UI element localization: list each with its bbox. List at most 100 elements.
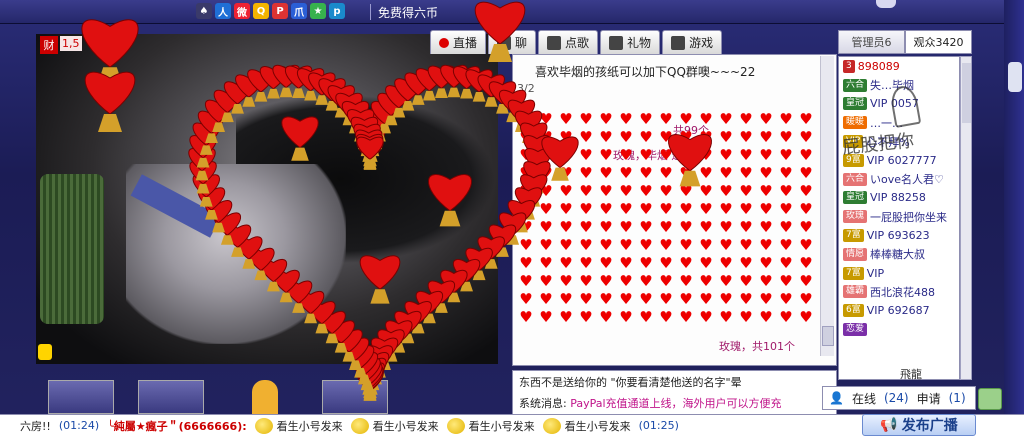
rose-heart-icon: ♥ <box>759 290 773 308</box>
viewer-thumbnail[interactable] <box>138 380 204 414</box>
rose-heart-icon: ♥ <box>539 200 553 218</box>
tab-game[interactable]: 游戏 <box>662 30 723 54</box>
user-name: VIP 692687 <box>866 304 930 318</box>
rose-heart-icon: ♥ <box>519 218 533 236</box>
tab-chat[interactable]: 聊 <box>488 30 537 54</box>
rose-heart-icon: ♥ <box>599 128 613 146</box>
chat-message: 东西不是送给你的 "你要看清楚他送的名字"晕 <box>519 376 742 389</box>
scroll-thumb[interactable] <box>822 326 834 346</box>
rose-heart-icon: ♥ <box>799 128 813 146</box>
rose-heart-icon: ♥ <box>579 128 593 146</box>
rose-heart-icon: ♥ <box>639 236 653 254</box>
tab-admins[interactable]: 管理员6 <box>838 30 905 54</box>
level-badge: 情愿 <box>843 247 868 261</box>
user-list-item[interactable]: 7富 VIP <box>839 264 959 283</box>
rose-heart-icon: ♥ <box>759 128 773 146</box>
rose-heart-icon: ♥ <box>639 200 653 218</box>
spade-icon[interactable]: ♠ <box>196 3 212 19</box>
rose-heart-icon: ♥ <box>619 182 633 200</box>
shield-icon[interactable] <box>1008 62 1022 92</box>
tab-live[interactable]: 直播 <box>430 30 487 54</box>
rose-heart-icon: ♥ <box>559 272 573 290</box>
user-name: 西北浪花488 <box>870 285 936 299</box>
rose-heart-icon: ♥ <box>739 290 753 308</box>
user-list-scrollbar[interactable] <box>960 56 972 380</box>
scroll-thumb[interactable] <box>962 63 971 123</box>
rose-heart-icon: ♥ <box>579 218 593 236</box>
weibo-icon[interactable]: 微 <box>234 3 250 19</box>
paw-icon[interactable]: 爪 <box>291 3 307 19</box>
emoji-icon <box>542 417 561 434</box>
viewer-thumbnail[interactable] <box>322 380 388 414</box>
rose-heart-icon: ♥ <box>739 254 753 272</box>
paypal-link[interactable]: PayPal充值通道上线，海外用户可以方便充 <box>570 397 781 410</box>
ticker-message: 看生小号发来 <box>372 419 439 433</box>
rose-heart-icon: ♥ <box>739 200 753 218</box>
user-name: VIP <box>866 266 885 280</box>
rose-heart-icon: ♥ <box>699 164 713 182</box>
user-list-tabs: 管理员6 观众3420 <box>838 30 972 54</box>
tab-song[interactable]: 点歌 <box>538 30 599 54</box>
emoji-icon <box>350 417 369 434</box>
chat-message: 玫瑰，共101个 <box>719 340 795 353</box>
user-list-item[interactable]: 6富 VIP 692687 <box>839 301 959 320</box>
rose-heart-icon: ♥ <box>699 128 713 146</box>
user-list-item[interactable]: 六合 いove名人君♡ <box>839 170 959 189</box>
rose-heart-icon: ♥ <box>579 164 593 182</box>
online-label[interactable]: 在线 <box>852 390 876 407</box>
p-icon[interactable]: p <box>329 3 345 19</box>
system-label: 系统消息: <box>519 397 571 410</box>
chat-scrollbar[interactable] <box>820 56 834 356</box>
badge-icon[interactable]: P <box>272 3 288 19</box>
rose-heart-icon: ♥ <box>579 110 593 128</box>
rose-heart-icon: ♥ <box>539 218 553 236</box>
publish-broadcast-button[interactable]: 📢 发布广播 <box>862 414 976 436</box>
rose-heart-icon: ♥ <box>719 146 733 164</box>
rose-heart-icon: ♥ <box>719 110 733 128</box>
rose-heart-icon: ♥ <box>739 236 753 254</box>
rose-heart-icon: ♥ <box>619 128 633 146</box>
person-icon[interactable]: 人 <box>215 3 231 19</box>
rose-heart-icon: ♥ <box>559 254 573 272</box>
gift-icon[interactable] <box>978 388 1002 410</box>
user-list-item[interactable]: 皇冠 VIP 88258 <box>839 189 959 208</box>
user-list-item[interactable]: 恋爱 <box>839 320 959 339</box>
level-badge: 3 <box>843 59 855 73</box>
level-badge: 7富 <box>843 266 864 280</box>
rose-heart-icon: ♥ <box>619 236 633 254</box>
free-coin-link[interactable]: 免费得六币 <box>378 4 438 21</box>
user-list-item[interactable]: 玫瑰 一屁股把你坐来 <box>839 207 959 226</box>
microphone-image <box>40 174 104 324</box>
user-list-item[interactable]: 情愿 棒棒糖大叔 <box>839 245 959 264</box>
message-box: 东西不是送给你的 "你要看清楚他送的名字"晕 系统消息: PayPal充值通道上… <box>512 370 837 416</box>
user-list-item[interactable]: 雄霸 西北浪花488 <box>839 283 959 302</box>
apply-label[interactable]: 申请 <box>917 390 941 407</box>
viewer-thumbnail[interactable] <box>48 380 114 414</box>
rose-heart-icon: ♥ <box>679 290 693 308</box>
user-list-item[interactable]: 7富 VIP 693623 <box>839 226 959 245</box>
rose-heart-icon: ♥ <box>659 164 673 182</box>
rose-heart-icon: ♥ <box>759 236 773 254</box>
rose-heart-icon: ♥ <box>779 308 793 326</box>
rose-heart-icon: ♥ <box>739 110 753 128</box>
rose-heart-icon: ♥ <box>739 182 753 200</box>
star-icon[interactable]: ★ <box>310 3 326 19</box>
rose-heart-icon: ♥ <box>659 128 673 146</box>
rose-heart-icon: ♥ <box>559 110 573 128</box>
qzone-icon[interactable]: Q <box>253 3 269 19</box>
rose-heart-icon: ♥ <box>639 128 653 146</box>
rose-heart-icon: ♥ <box>519 182 533 200</box>
megaphone-icon: 📢 <box>880 417 898 433</box>
close-button[interactable] <box>876 0 896 8</box>
main-tabs: 直播 聊 点歌 礼物 游戏 <box>430 30 723 54</box>
user-list-item[interactable]: 3 898089 <box>839 57 959 76</box>
rose-heart-icon: ♥ <box>779 254 793 272</box>
camera-icon[interactable] <box>38 344 52 360</box>
rose-heart-icon: ♥ <box>619 290 633 308</box>
tab-gift[interactable]: 礼物 <box>600 30 661 54</box>
video-stream[interactable] <box>36 34 498 364</box>
user-name: いove名人君♡ <box>870 173 944 187</box>
tab-audience[interactable]: 观众3420 <box>905 30 972 54</box>
rose-heart-icon: ♥ <box>619 164 633 182</box>
ticker-user[interactable]: ╰純屬★瘋子＂(6666666): <box>107 418 247 434</box>
